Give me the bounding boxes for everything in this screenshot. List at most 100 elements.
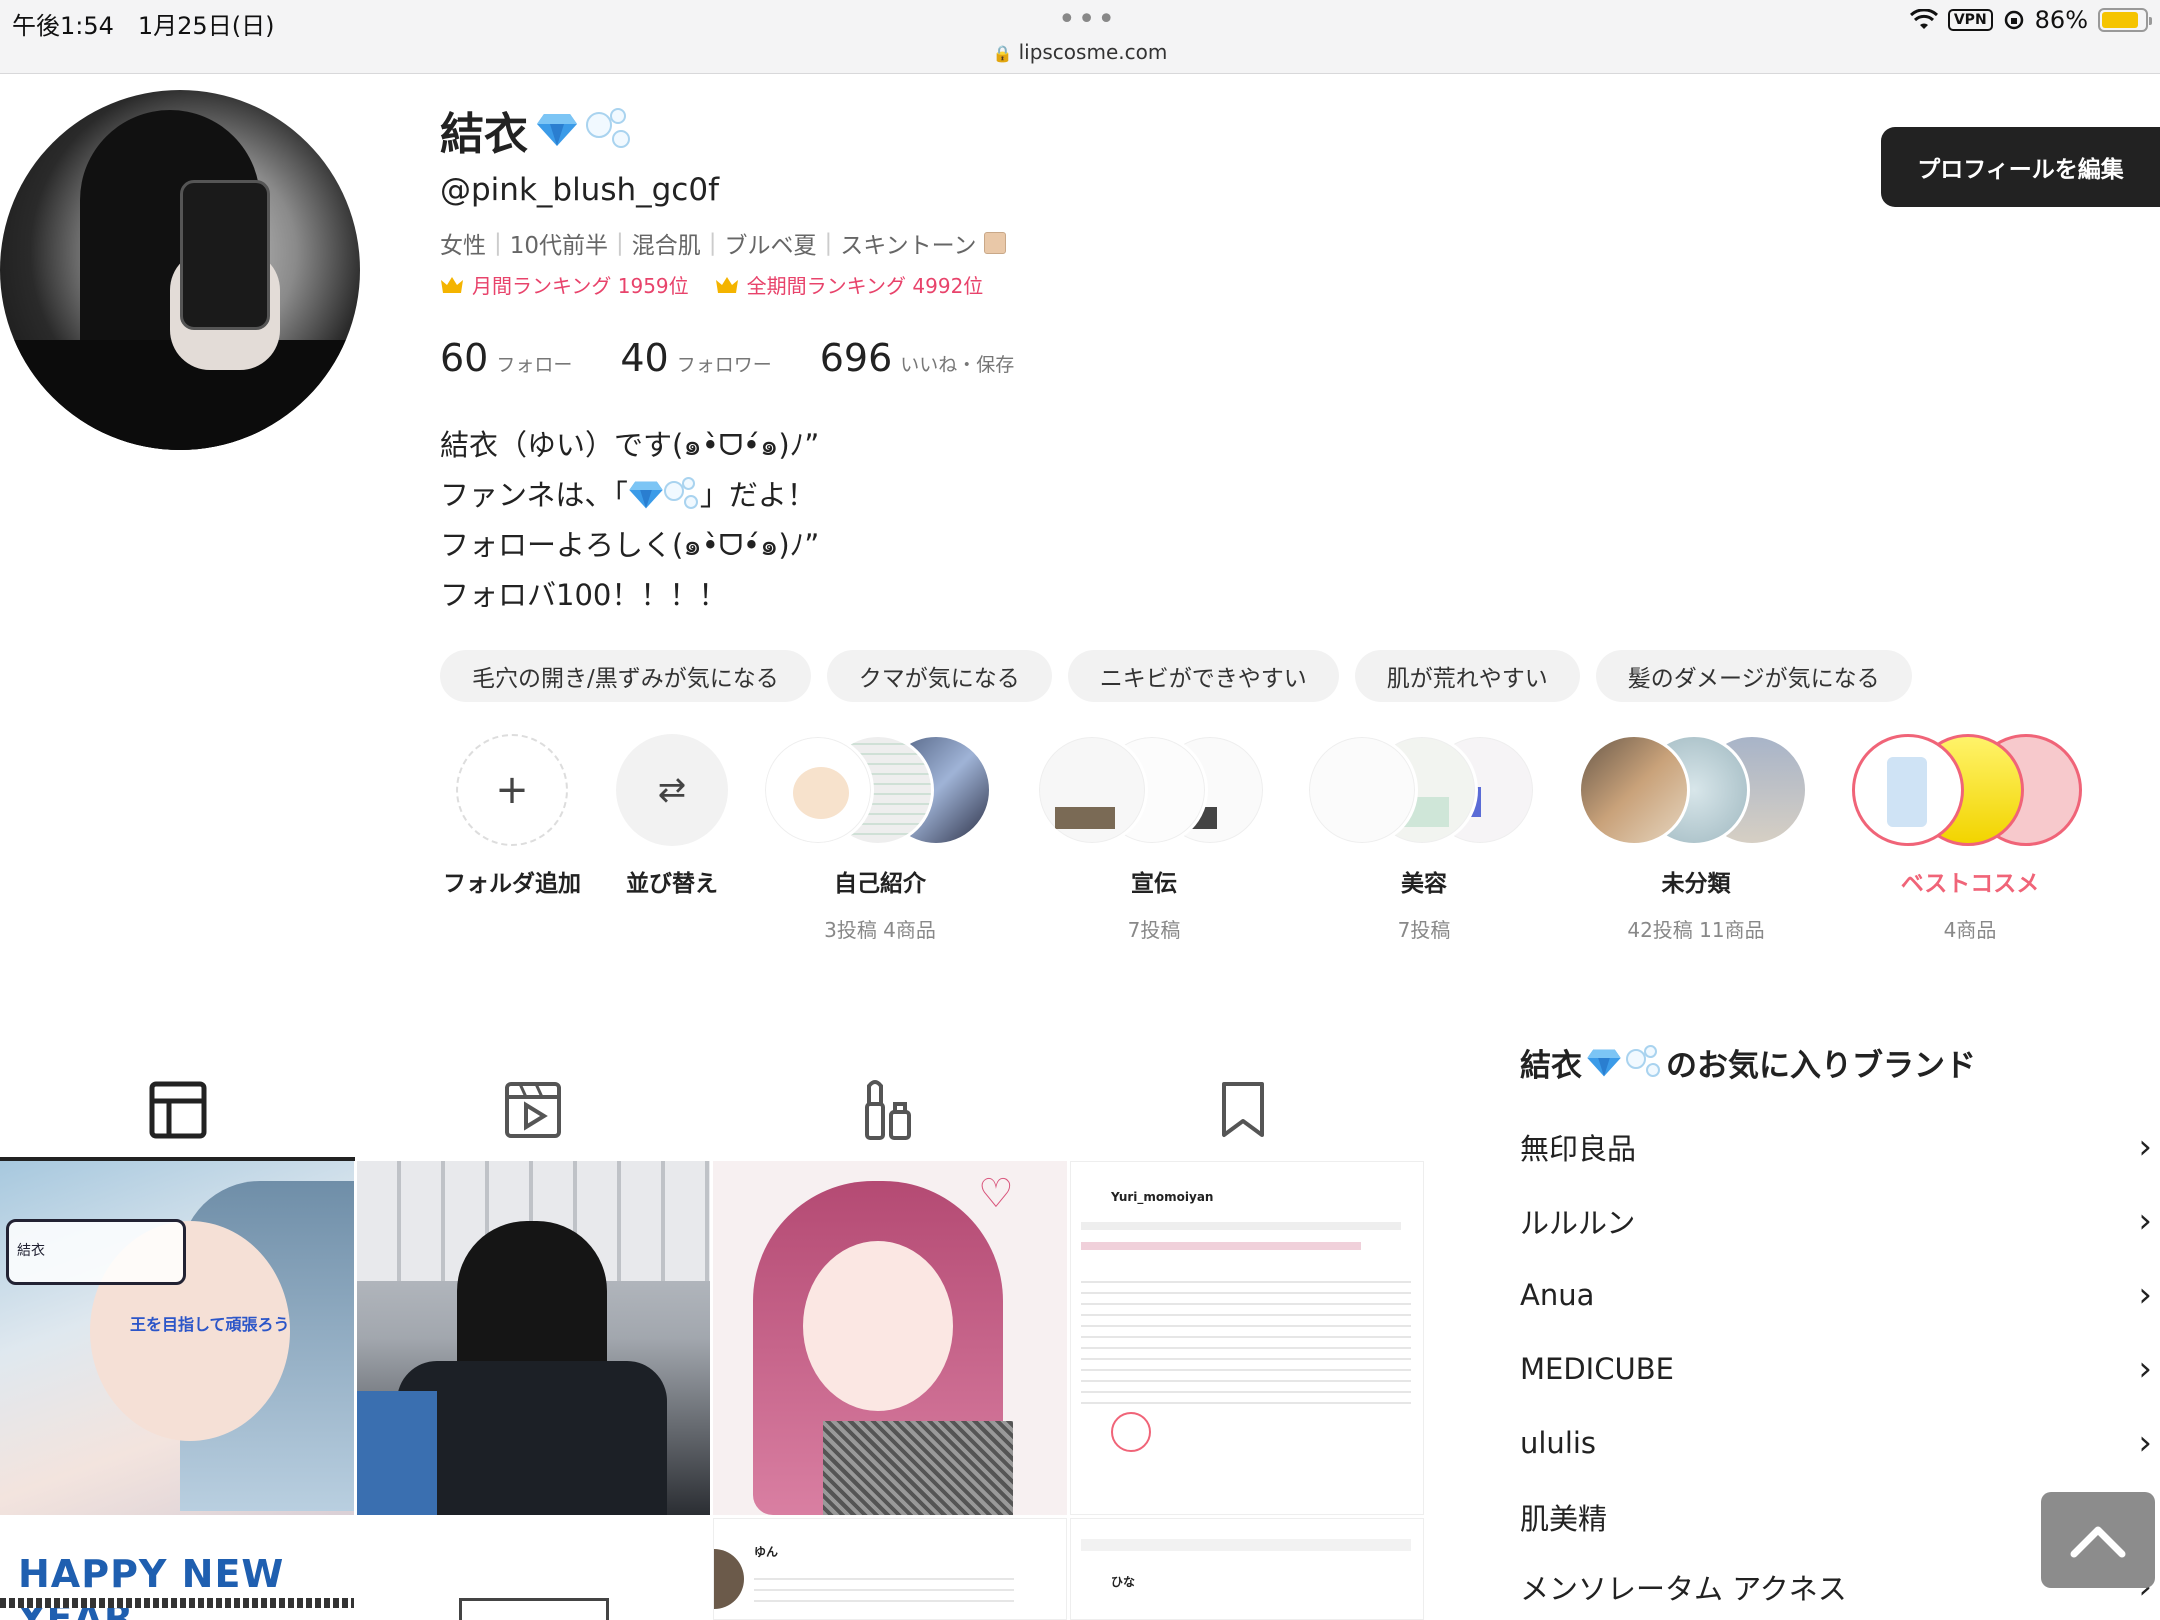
profile-handle: @pink_blush_gc0f bbox=[440, 172, 719, 208]
bubbles-icon bbox=[586, 108, 632, 152]
vpn-badge: VPN bbox=[1947, 9, 1993, 31]
wifi-icon bbox=[1909, 9, 1938, 29]
folder-label: 美容 bbox=[1401, 871, 1447, 897]
bio-line-2: ファンネは、「 」だよ！ bbox=[440, 470, 819, 520]
diamond-icon bbox=[1587, 1049, 1621, 1076]
brand-item[interactable]: Anua › bbox=[1520, 1258, 2160, 1332]
concern-tag[interactable]: 肌が荒れやすい bbox=[1354, 650, 1580, 702]
concern-tag[interactable]: 毛穴の開き/黒ずみが気になる bbox=[440, 650, 811, 702]
post-thumbnail[interactable]: HAPPY NEW YEAR bbox=[0, 1518, 354, 1620]
post-caption-bubble: 結衣 bbox=[6, 1219, 186, 1285]
folder-beauty[interactable]: 美容 7投稿 bbox=[1306, 734, 1542, 943]
chevron-right-icon: › bbox=[2138, 1275, 2152, 1315]
post-thumbnail[interactable]: ♡ bbox=[713, 1161, 1067, 1515]
chevron-up-icon bbox=[2070, 1526, 2126, 1558]
skin-tone-swatch bbox=[984, 232, 1007, 254]
orientation-lock-icon bbox=[2004, 10, 2023, 30]
address-bar[interactable]: 🔒 lipscosme.com bbox=[0, 40, 2160, 64]
monthly-ranking[interactable]: 月間ランキング 1959位 bbox=[440, 270, 689, 299]
bubbles-icon bbox=[663, 477, 700, 513]
attr-skin-type: 混合肌 bbox=[631, 233, 701, 259]
tab-saved[interactable] bbox=[1065, 1060, 1420, 1160]
tab-products[interactable] bbox=[710, 1060, 1065, 1160]
folder-count: 42投稿 11商品 bbox=[1627, 918, 1765, 942]
following-label: フォロー bbox=[496, 354, 573, 376]
profile-avatar[interactable] bbox=[0, 90, 360, 450]
likes-label: いいね・保存 bbox=[900, 354, 1015, 376]
followers-label: フォロワー bbox=[676, 354, 772, 376]
status-bar: 午後1:54 1月25日(日) ••• 🔒 lipscosme.com VPN 8… bbox=[0, 0, 2160, 74]
bio-line-2a: ファンネは、「 bbox=[440, 478, 628, 512]
profile-name-text: 結衣 bbox=[440, 109, 528, 160]
folder-best-cosme[interactable]: ベストコスメ 4商品 bbox=[1852, 734, 2088, 943]
attr-skin-tone: スキントーン bbox=[840, 233, 977, 259]
folder-label: 未分類 bbox=[1661, 871, 1731, 897]
folder-add[interactable]: + フォルダ追加 bbox=[440, 734, 584, 898]
folder-sort-label: 並び替え bbox=[626, 871, 718, 897]
post-overlay-text: HAPPY NEW YEAR bbox=[18, 1552, 285, 1620]
post-thumbnail[interactable]: 結衣 王を目指して頑張ろう bbox=[0, 1161, 354, 1515]
brands-title-suffix: のお気に入りブランド bbox=[1666, 1048, 1976, 1084]
brand-item[interactable]: ululis › bbox=[1520, 1406, 2160, 1480]
tab-videos[interactable] bbox=[355, 1060, 710, 1160]
concern-tag[interactable]: クマが気になる bbox=[826, 650, 1052, 702]
following-count: 60 bbox=[440, 336, 489, 380]
url-text: lipscosme.com bbox=[1018, 40, 1168, 64]
likes-count: 696 bbox=[819, 336, 893, 380]
followers-count: 40 bbox=[620, 336, 669, 380]
post-thumbnail[interactable]: ひな bbox=[1070, 1518, 1424, 1620]
concern-tags: 毛穴の開き/黒ずみが気になる クマが気になる ニキビができやすい 肌が荒れやすい… bbox=[440, 650, 1912, 702]
concern-tag[interactable]: 髪のダメージが気になる bbox=[1595, 650, 1912, 702]
folder-label: ベストコスメ bbox=[1900, 871, 2040, 897]
profile-stats: 60 フォロー 40 フォロワー 696 いいね・保存 bbox=[440, 336, 1014, 380]
post-screenshot-name: Yuri_momoiyan bbox=[1111, 1190, 1214, 1204]
profile-name: 結衣 bbox=[440, 98, 632, 162]
heart-icon: ♡ bbox=[978, 1171, 1014, 1217]
edit-profile-button[interactable]: プロフィールを編集 bbox=[1881, 127, 2160, 207]
brand-item[interactable]: ルルルン › bbox=[1520, 1184, 2160, 1258]
brand-name: ルルルン bbox=[1520, 1206, 1636, 1240]
bookmark-icon bbox=[1221, 1082, 1264, 1137]
folder-label: 宣伝 bbox=[1131, 871, 1177, 897]
bio-line-4: フォロバ100！！！！ bbox=[440, 578, 728, 612]
brand-name: Anua bbox=[1520, 1278, 1595, 1312]
post-thumbnail[interactable] bbox=[357, 1518, 710, 1620]
folder-uncategorized[interactable]: 未分類 42投稿 11商品 bbox=[1578, 734, 1814, 943]
tab-posts[interactable] bbox=[0, 1060, 355, 1160]
brands-title-name: 結衣 bbox=[1520, 1048, 1582, 1084]
battery-percent: 86% bbox=[2034, 6, 2088, 34]
plus-icon: + bbox=[456, 734, 568, 846]
more-dots-icon[interactable]: ••• bbox=[1058, 2, 1117, 37]
monthly-ranking-text: 月間ランキング 1959位 bbox=[472, 274, 689, 298]
folder-self-intro[interactable]: 自己紹介 3投稿 4商品 bbox=[762, 734, 998, 943]
folder-count: 7投稿 bbox=[1397, 918, 1451, 942]
stat-followers[interactable]: 40 フォロワー bbox=[620, 336, 771, 380]
concern-tag[interactable]: ニキビができやすい bbox=[1067, 650, 1339, 702]
scroll-to-top-button[interactable] bbox=[2041, 1492, 2155, 1588]
diamond-icon bbox=[537, 114, 577, 146]
crown-icon bbox=[441, 276, 463, 293]
swap-arrows-icon: ⇄ bbox=[616, 734, 728, 846]
all-time-ranking[interactable]: 全期間ランキング 4992位 bbox=[715, 270, 984, 299]
brand-item[interactable]: MEDICUBE › bbox=[1520, 1332, 2160, 1406]
post-thumbnail[interactable]: ゆん bbox=[713, 1518, 1067, 1620]
stat-following[interactable]: 60 フォロー bbox=[440, 336, 572, 380]
folder-sort[interactable]: ⇄ 並び替え bbox=[605, 734, 739, 898]
attr-gender: 女性 bbox=[440, 233, 486, 259]
favorite-brands-title: 結衣 のお気に入りブランド bbox=[1520, 1040, 1976, 1085]
post-thumbnail[interactable]: Yuri_momoiyan bbox=[1070, 1161, 1424, 1515]
folder-promo[interactable]: 宣伝 7投稿 bbox=[1036, 734, 1272, 943]
folder-add-label: フォルダ追加 bbox=[443, 871, 581, 897]
brand-name: 無印良品 bbox=[1520, 1132, 1637, 1166]
stat-likes[interactable]: 696 いいね・保存 bbox=[820, 336, 1015, 380]
lock-icon: 🔒 bbox=[992, 44, 1013, 63]
all-time-ranking-text: 全期間ランキング 4992位 bbox=[746, 274, 984, 298]
post-screenshot-name: ひな bbox=[1111, 1575, 1136, 1589]
status-icons: VPN 86% bbox=[1909, 6, 2152, 34]
folder-count: 4商品 bbox=[1943, 918, 1997, 942]
chevron-right-icon: › bbox=[2138, 1349, 2152, 1389]
post-thumbnail[interactable] bbox=[357, 1161, 710, 1515]
post-screenshot-name: ゆん bbox=[754, 1545, 779, 1559]
brand-name: 肌美精 bbox=[1520, 1502, 1608, 1536]
brand-item[interactable]: 無印良品 › bbox=[1520, 1110, 2160, 1184]
